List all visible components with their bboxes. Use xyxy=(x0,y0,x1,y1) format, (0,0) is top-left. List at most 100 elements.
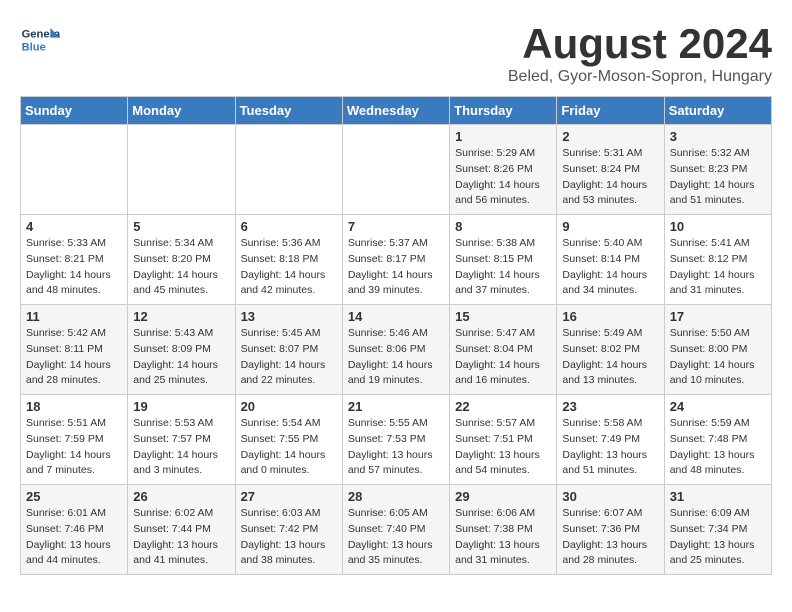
day-info: Sunrise: 5:58 AM Sunset: 7:49 PM Dayligh… xyxy=(562,416,658,479)
table-row xyxy=(235,125,342,215)
table-row: 28 Sunrise: 6:05 AM Sunset: 7:40 PM Dayli… xyxy=(342,485,449,575)
table-row: 14Sunrise: 5:46 AM Sunset: 8:06 PM Dayli… xyxy=(342,305,449,395)
day-info: Sunrise: 5:41 AM Sunset: 8:12 PM Dayligh… xyxy=(670,236,766,299)
day-number: 7 xyxy=(348,219,444,234)
day-info: Sunrise: 6:09 AM Sunset: 7:34 PM Dayligh… xyxy=(670,506,766,569)
day-info: Sunrise: 5:46 AM Sunset: 8:06 PM Dayligh… xyxy=(348,326,444,389)
day-number: 25 xyxy=(26,489,122,504)
day-info: Sunrise: 5:38 AM Sunset: 8:15 PM Dayligh… xyxy=(455,236,551,299)
table-row: 24 Sunrise: 5:59 AM Sunset: 7:48 PM Dayli… xyxy=(664,395,771,485)
day-number: 17 xyxy=(670,309,766,324)
day-number: 6 xyxy=(241,219,337,234)
day-number: 10 xyxy=(670,219,766,234)
table-row: 12Sunrise: 5:43 AM Sunset: 8:09 PM Dayli… xyxy=(128,305,235,395)
table-row: 11 Sunrise: 5:42 AM Sunset: 8:11 PM Dayli… xyxy=(21,305,128,395)
calendar-title: August 2024 xyxy=(508,20,772,68)
day-info: Sunrise: 5:45 AM Sunset: 8:07 PM Dayligh… xyxy=(241,326,337,389)
day-number: 24 xyxy=(670,399,766,414)
day-number: 15 xyxy=(455,309,551,324)
day-info: Sunrise: 5:49 AM Sunset: 8:02 PM Dayligh… xyxy=(562,326,658,389)
day-number: 29 xyxy=(455,489,551,504)
day-info: Sunrise: 5:54 AM Sunset: 7:55 PM Dayligh… xyxy=(241,416,337,479)
day-info: Sunrise: 5:51 AM Sunset: 7:59 PM Dayligh… xyxy=(26,416,122,479)
day-info: Sunrise: 5:59 AM Sunset: 7:48 PM Dayligh… xyxy=(670,416,766,479)
day-info: Sunrise: 5:55 AM Sunset: 7:53 PM Dayligh… xyxy=(348,416,444,479)
table-row: 18 Sunrise: 5:51 AM Sunset: 7:59 PM Dayli… xyxy=(21,395,128,485)
day-number: 2 xyxy=(562,129,658,144)
day-info: Sunrise: 5:37 AM Sunset: 8:17 PM Dayligh… xyxy=(348,236,444,299)
table-row: 27Sunrise: 6:03 AM Sunset: 7:42 PM Dayli… xyxy=(235,485,342,575)
table-row: 6 Sunrise: 5:36 AM Sunset: 8:18 PM Daylig… xyxy=(235,215,342,305)
logo-icon: General Blue xyxy=(20,20,60,60)
page-header: General Blue August 2024 Beled, Gyor-Mos… xyxy=(20,20,772,86)
table-row: 19 Sunrise: 5:53 AM Sunset: 7:57 PM Dayli… xyxy=(128,395,235,485)
day-info: Sunrise: 5:36 AM Sunset: 8:18 PM Dayligh… xyxy=(241,236,337,299)
table-row xyxy=(342,125,449,215)
day-info: Sunrise: 5:53 AM Sunset: 7:57 PM Dayligh… xyxy=(133,416,229,479)
logo: General Blue xyxy=(20,20,64,60)
table-row: 10 Sunrise: 5:41 AM Sunset: 8:12 PM Dayli… xyxy=(664,215,771,305)
day-info: Sunrise: 5:32 AM Sunset: 8:23 PM Dayligh… xyxy=(670,146,766,209)
table-row: 3 Sunrise: 5:32 AM Sunset: 8:23 PM Daylig… xyxy=(664,125,771,215)
table-row: 29 Sunrise: 6:06 AM Sunset: 7:38 PM Dayli… xyxy=(450,485,557,575)
day-info: Sunrise: 5:42 AM Sunset: 8:11 PM Dayligh… xyxy=(26,326,122,389)
table-row: 13 Sunrise: 5:45 AM Sunset: 8:07 PM Dayli… xyxy=(235,305,342,395)
day-number: 19 xyxy=(133,399,229,414)
day-number: 26 xyxy=(133,489,229,504)
day-number: 30 xyxy=(562,489,658,504)
day-number: 9 xyxy=(562,219,658,234)
day-number: 20 xyxy=(241,399,337,414)
calendar-week-row: 1Sunrise: 5:29 AM Sunset: 8:26 PM Daylig… xyxy=(21,125,772,215)
day-number: 28 xyxy=(348,489,444,504)
calendar-week-row: 25 Sunrise: 6:01 AM Sunset: 7:46 PM Dayli… xyxy=(21,485,772,575)
day-info: Sunrise: 6:02 AM Sunset: 7:44 PM Dayligh… xyxy=(133,506,229,569)
day-number: 22 xyxy=(455,399,551,414)
day-number: 12 xyxy=(133,309,229,324)
table-row: 26 Sunrise: 6:02 AM Sunset: 7:44 PM Dayli… xyxy=(128,485,235,575)
day-info: Sunrise: 5:29 AM Sunset: 8:26 PM Dayligh… xyxy=(455,146,551,209)
calendar-week-row: 18 Sunrise: 5:51 AM Sunset: 7:59 PM Dayli… xyxy=(21,395,772,485)
calendar-week-row: 4Sunrise: 5:33 AM Sunset: 8:21 PM Daylig… xyxy=(21,215,772,305)
day-number: 13 xyxy=(241,309,337,324)
table-row: 21Sunrise: 5:55 AM Sunset: 7:53 PM Dayli… xyxy=(342,395,449,485)
day-info: Sunrise: 5:47 AM Sunset: 8:04 PM Dayligh… xyxy=(455,326,551,389)
day-number: 3 xyxy=(670,129,766,144)
day-info: Sunrise: 5:40 AM Sunset: 8:14 PM Dayligh… xyxy=(562,236,658,299)
title-block: August 2024 Beled, Gyor-Moson-Sopron, Hu… xyxy=(508,20,772,86)
day-info: Sunrise: 6:05 AM Sunset: 7:40 PM Dayligh… xyxy=(348,506,444,569)
day-info: Sunrise: 5:50 AM Sunset: 8:00 PM Dayligh… xyxy=(670,326,766,389)
day-info: Sunrise: 5:57 AM Sunset: 7:51 PM Dayligh… xyxy=(455,416,551,479)
day-info: Sunrise: 6:01 AM Sunset: 7:46 PM Dayligh… xyxy=(26,506,122,569)
day-info: Sunrise: 6:06 AM Sunset: 7:38 PM Dayligh… xyxy=(455,506,551,569)
day-number: 31 xyxy=(670,489,766,504)
day-info: Sunrise: 5:31 AM Sunset: 8:24 PM Dayligh… xyxy=(562,146,658,209)
day-number: 11 xyxy=(26,309,122,324)
calendar-table: Sunday Monday Tuesday Wednesday Thursday… xyxy=(20,96,772,575)
day-info: Sunrise: 5:34 AM Sunset: 8:20 PM Dayligh… xyxy=(133,236,229,299)
header-wednesday: Wednesday xyxy=(342,97,449,125)
day-number: 5 xyxy=(133,219,229,234)
day-number: 16 xyxy=(562,309,658,324)
table-row: 2 Sunrise: 5:31 AM Sunset: 8:24 PM Daylig… xyxy=(557,125,664,215)
table-row: 7 Sunrise: 5:37 AM Sunset: 8:17 PM Daylig… xyxy=(342,215,449,305)
day-info: Sunrise: 6:03 AM Sunset: 7:42 PM Dayligh… xyxy=(241,506,337,569)
table-row: 20 Sunrise: 5:54 AM Sunset: 7:55 PM Dayli… xyxy=(235,395,342,485)
table-row: 25 Sunrise: 6:01 AM Sunset: 7:46 PM Dayli… xyxy=(21,485,128,575)
table-row: 16 Sunrise: 5:49 AM Sunset: 8:02 PM Dayli… xyxy=(557,305,664,395)
table-row: 15 Sunrise: 5:47 AM Sunset: 8:04 PM Dayli… xyxy=(450,305,557,395)
day-number: 23 xyxy=(562,399,658,414)
table-row: 4Sunrise: 5:33 AM Sunset: 8:21 PM Daylig… xyxy=(21,215,128,305)
table-row xyxy=(128,125,235,215)
header-monday: Monday xyxy=(128,97,235,125)
table-row: 22 Sunrise: 5:57 AM Sunset: 7:51 PM Dayli… xyxy=(450,395,557,485)
table-row xyxy=(21,125,128,215)
table-row: 31 Sunrise: 6:09 AM Sunset: 7:34 PM Dayli… xyxy=(664,485,771,575)
day-info: Sunrise: 6:07 AM Sunset: 7:36 PM Dayligh… xyxy=(562,506,658,569)
table-row: 8Sunrise: 5:38 AM Sunset: 8:15 PM Daylig… xyxy=(450,215,557,305)
header-tuesday: Tuesday xyxy=(235,97,342,125)
header-saturday: Saturday xyxy=(664,97,771,125)
day-number: 18 xyxy=(26,399,122,414)
calendar-week-row: 11 Sunrise: 5:42 AM Sunset: 8:11 PM Dayli… xyxy=(21,305,772,395)
table-row: 17 Sunrise: 5:50 AM Sunset: 8:00 PM Dayli… xyxy=(664,305,771,395)
day-number: 4 xyxy=(26,219,122,234)
